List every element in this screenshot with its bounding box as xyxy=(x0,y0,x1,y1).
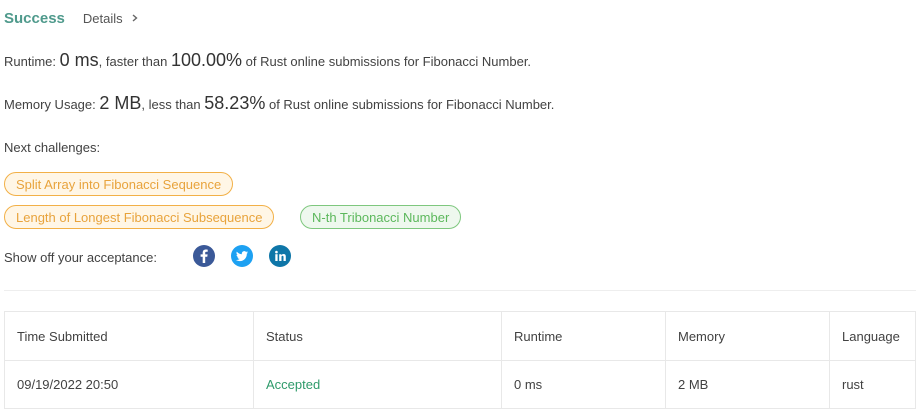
submissions-table: Time Submitted Status Runtime Memory Lan… xyxy=(4,311,916,409)
runtime-summary: Runtime: 0 ms, faster than 100.00% of Ru… xyxy=(4,50,531,71)
status-accepted-link[interactable]: Accepted xyxy=(266,377,320,392)
runtime-faster-text: , faster than xyxy=(98,54,168,69)
column-header-runtime: Runtime xyxy=(501,311,666,361)
chevron-right-icon xyxy=(129,12,141,24)
divider xyxy=(4,290,916,291)
table-header-row: Time Submitted Status Runtime Memory Lan… xyxy=(4,311,916,361)
runtime-percent: 100.00% xyxy=(170,50,243,70)
share-label: Show off your acceptance: xyxy=(4,250,157,265)
result-header: Success Details xyxy=(4,8,141,28)
details-label: Details xyxy=(82,10,123,26)
status-title: Success xyxy=(4,9,65,27)
column-header-memory: Memory xyxy=(665,311,830,361)
table-row: 09/19/2022 20:50 Accepted 0 ms 2 MB rust xyxy=(4,360,916,409)
column-header-time: Time Submitted xyxy=(4,311,254,361)
cell-runtime: 0 ms xyxy=(501,360,666,409)
runtime-suffix: of Rust online submissions for Fibonacci… xyxy=(245,54,532,69)
runtime-value: 0 ms xyxy=(59,50,99,70)
cell-time-submitted: 09/19/2022 20:50 xyxy=(4,360,254,409)
facebook-icon[interactable] xyxy=(193,245,215,267)
memory-label: Memory Usage: xyxy=(4,97,96,112)
memory-percent: 58.23% xyxy=(204,93,266,113)
challenge-tag-tribonacci[interactable]: N-th Tribonacci Number xyxy=(300,205,462,229)
cell-language: rust xyxy=(829,360,916,409)
challenge-tag-longest-fibonacci[interactable]: Length of Longest Fibonacci Subsequence xyxy=(4,205,275,229)
runtime-label: Runtime: xyxy=(4,54,57,69)
memory-less-text: , less than xyxy=(141,97,201,112)
details-link[interactable]: Details xyxy=(83,11,141,26)
twitter-icon[interactable] xyxy=(231,245,253,267)
memory-suffix: of Rust online submissions for Fibonacci… xyxy=(268,97,555,112)
challenge-tag-split-array[interactable]: Split Array into Fibonacci Sequence xyxy=(4,172,234,196)
memory-value: 2 MB xyxy=(99,93,142,113)
linkedin-icon[interactable] xyxy=(269,245,291,267)
column-header-status: Status xyxy=(253,311,502,361)
memory-summary: Memory Usage: 2 MB, less than 58.23% of … xyxy=(4,93,554,114)
column-header-language: Language xyxy=(829,311,916,361)
next-challenges-label: Next challenges: xyxy=(4,140,101,155)
cell-memory: 2 MB xyxy=(665,360,830,409)
